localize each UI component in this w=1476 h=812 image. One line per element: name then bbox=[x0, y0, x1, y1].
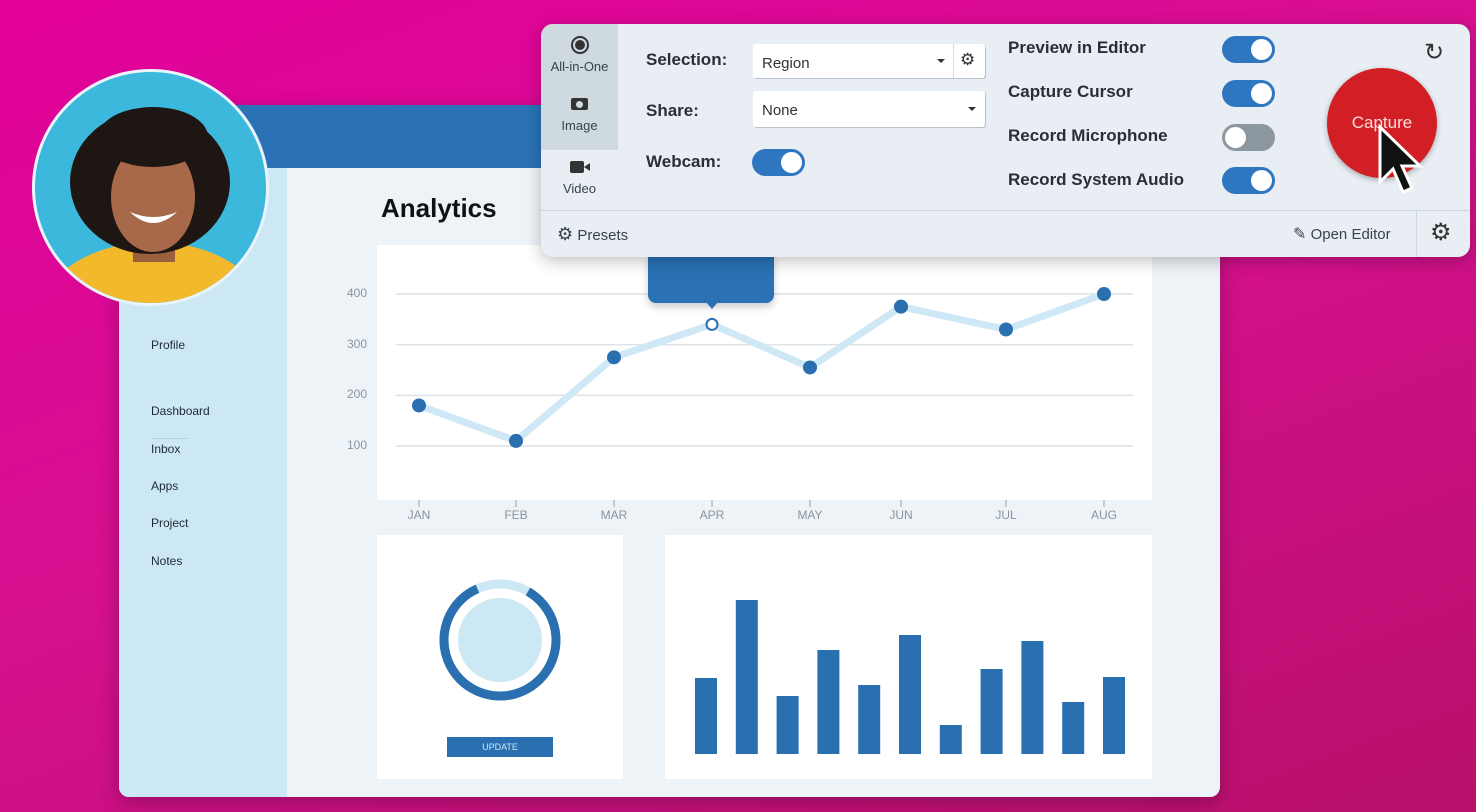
data-point-aug[interactable] bbox=[1097, 287, 1111, 301]
camera-icon bbox=[571, 98, 588, 110]
data-point-jun[interactable] bbox=[894, 299, 908, 314]
webcam-avatar bbox=[32, 69, 269, 306]
tooltip-pointer bbox=[705, 301, 719, 309]
mouse-cursor-icon bbox=[1378, 124, 1424, 194]
open-editor-button[interactable]: ✎ Open Editor bbox=[1293, 224, 1391, 244]
y-tick-label: 100 bbox=[346, 438, 367, 452]
data-point-feb[interactable] bbox=[509, 433, 523, 448]
webcam-label: Webcam: bbox=[646, 152, 722, 171]
data-point-mar[interactable] bbox=[607, 350, 621, 365]
share-dropdown[interactable]: None bbox=[753, 91, 985, 127]
share-label: Share: bbox=[646, 101, 699, 120]
data-point-jul[interactable] bbox=[999, 322, 1013, 337]
record-microphone-toggle[interactable] bbox=[1222, 124, 1275, 151]
x-tick-label: AUG bbox=[1090, 508, 1117, 522]
record-system-audio-toggle[interactable] bbox=[1222, 167, 1275, 194]
capture-cursor-toggle[interactable] bbox=[1222, 80, 1275, 107]
selection-settings-icon[interactable]: ⚙ bbox=[960, 50, 975, 70]
capture-panel: All-in-One Image Video Selection: Region… bbox=[541, 24, 1470, 257]
preview-in-editor-toggle[interactable] bbox=[1222, 36, 1275, 63]
selection-value: Region bbox=[762, 55, 810, 72]
webcam-toggle[interactable] bbox=[752, 149, 805, 176]
selection-dropdown[interactable]: Region ⚙ bbox=[753, 44, 985, 78]
data-point-apr[interactable] bbox=[705, 317, 719, 331]
x-tick-label: MAY bbox=[797, 508, 823, 522]
tab-all-in-one[interactable]: All-in-One bbox=[541, 36, 618, 74]
record-icon bbox=[570, 36, 589, 54]
x-tick-label: MAR bbox=[600, 508, 628, 522]
selection-label: Selection: bbox=[646, 50, 728, 69]
record-microphone-label: Record Microphone bbox=[1008, 126, 1168, 145]
line-series bbox=[417, 290, 1106, 445]
person-photo bbox=[43, 107, 263, 303]
settings-gear-icon[interactable]: ⚙ bbox=[1430, 218, 1452, 247]
capture-cursor-label: Capture Cursor bbox=[1008, 82, 1133, 101]
preview-in-editor-label: Preview in Editor bbox=[1008, 38, 1146, 57]
x-tick-label: JUL bbox=[995, 508, 1017, 522]
tab-label: All-in-One bbox=[550, 59, 609, 74]
chevron-down-icon bbox=[937, 59, 945, 63]
open-editor-label: Open Editor bbox=[1310, 226, 1391, 243]
footer-divider bbox=[541, 210, 1470, 211]
x-tick-label: JUN bbox=[889, 508, 913, 522]
y-tick-label: 200 bbox=[346, 387, 367, 402]
tab-label: Video bbox=[562, 181, 596, 196]
chevron-down-icon bbox=[968, 107, 976, 111]
presets-button[interactable]: ⚙ Presets bbox=[557, 224, 628, 245]
y-tick-label: 300 bbox=[346, 336, 367, 351]
presets-label: Presets bbox=[577, 227, 629, 244]
x-tick-label: JAN bbox=[407, 508, 431, 522]
tab-label: Image bbox=[561, 118, 598, 133]
reset-icon[interactable]: ↻ bbox=[1424, 38, 1444, 67]
video-camera-icon bbox=[569, 161, 590, 173]
edit-icon: ✎ bbox=[1293, 226, 1307, 243]
tab-image[interactable]: Image bbox=[541, 98, 618, 133]
data-point-jan[interactable] bbox=[412, 398, 426, 413]
share-value: None bbox=[762, 102, 798, 119]
presets-gears-icon: ⚙ bbox=[557, 224, 574, 244]
tab-video[interactable]: Video bbox=[541, 161, 618, 196]
x-tick-label: FEB bbox=[504, 508, 528, 522]
chart-tooltip bbox=[648, 255, 774, 303]
footer-separator bbox=[1416, 211, 1417, 257]
y-tick-label: 400 bbox=[346, 286, 367, 300]
record-system-audio-label: Record System Audio bbox=[1008, 170, 1185, 189]
x-tick-label: APR bbox=[699, 508, 725, 522]
data-point-may[interactable] bbox=[803, 360, 817, 375]
